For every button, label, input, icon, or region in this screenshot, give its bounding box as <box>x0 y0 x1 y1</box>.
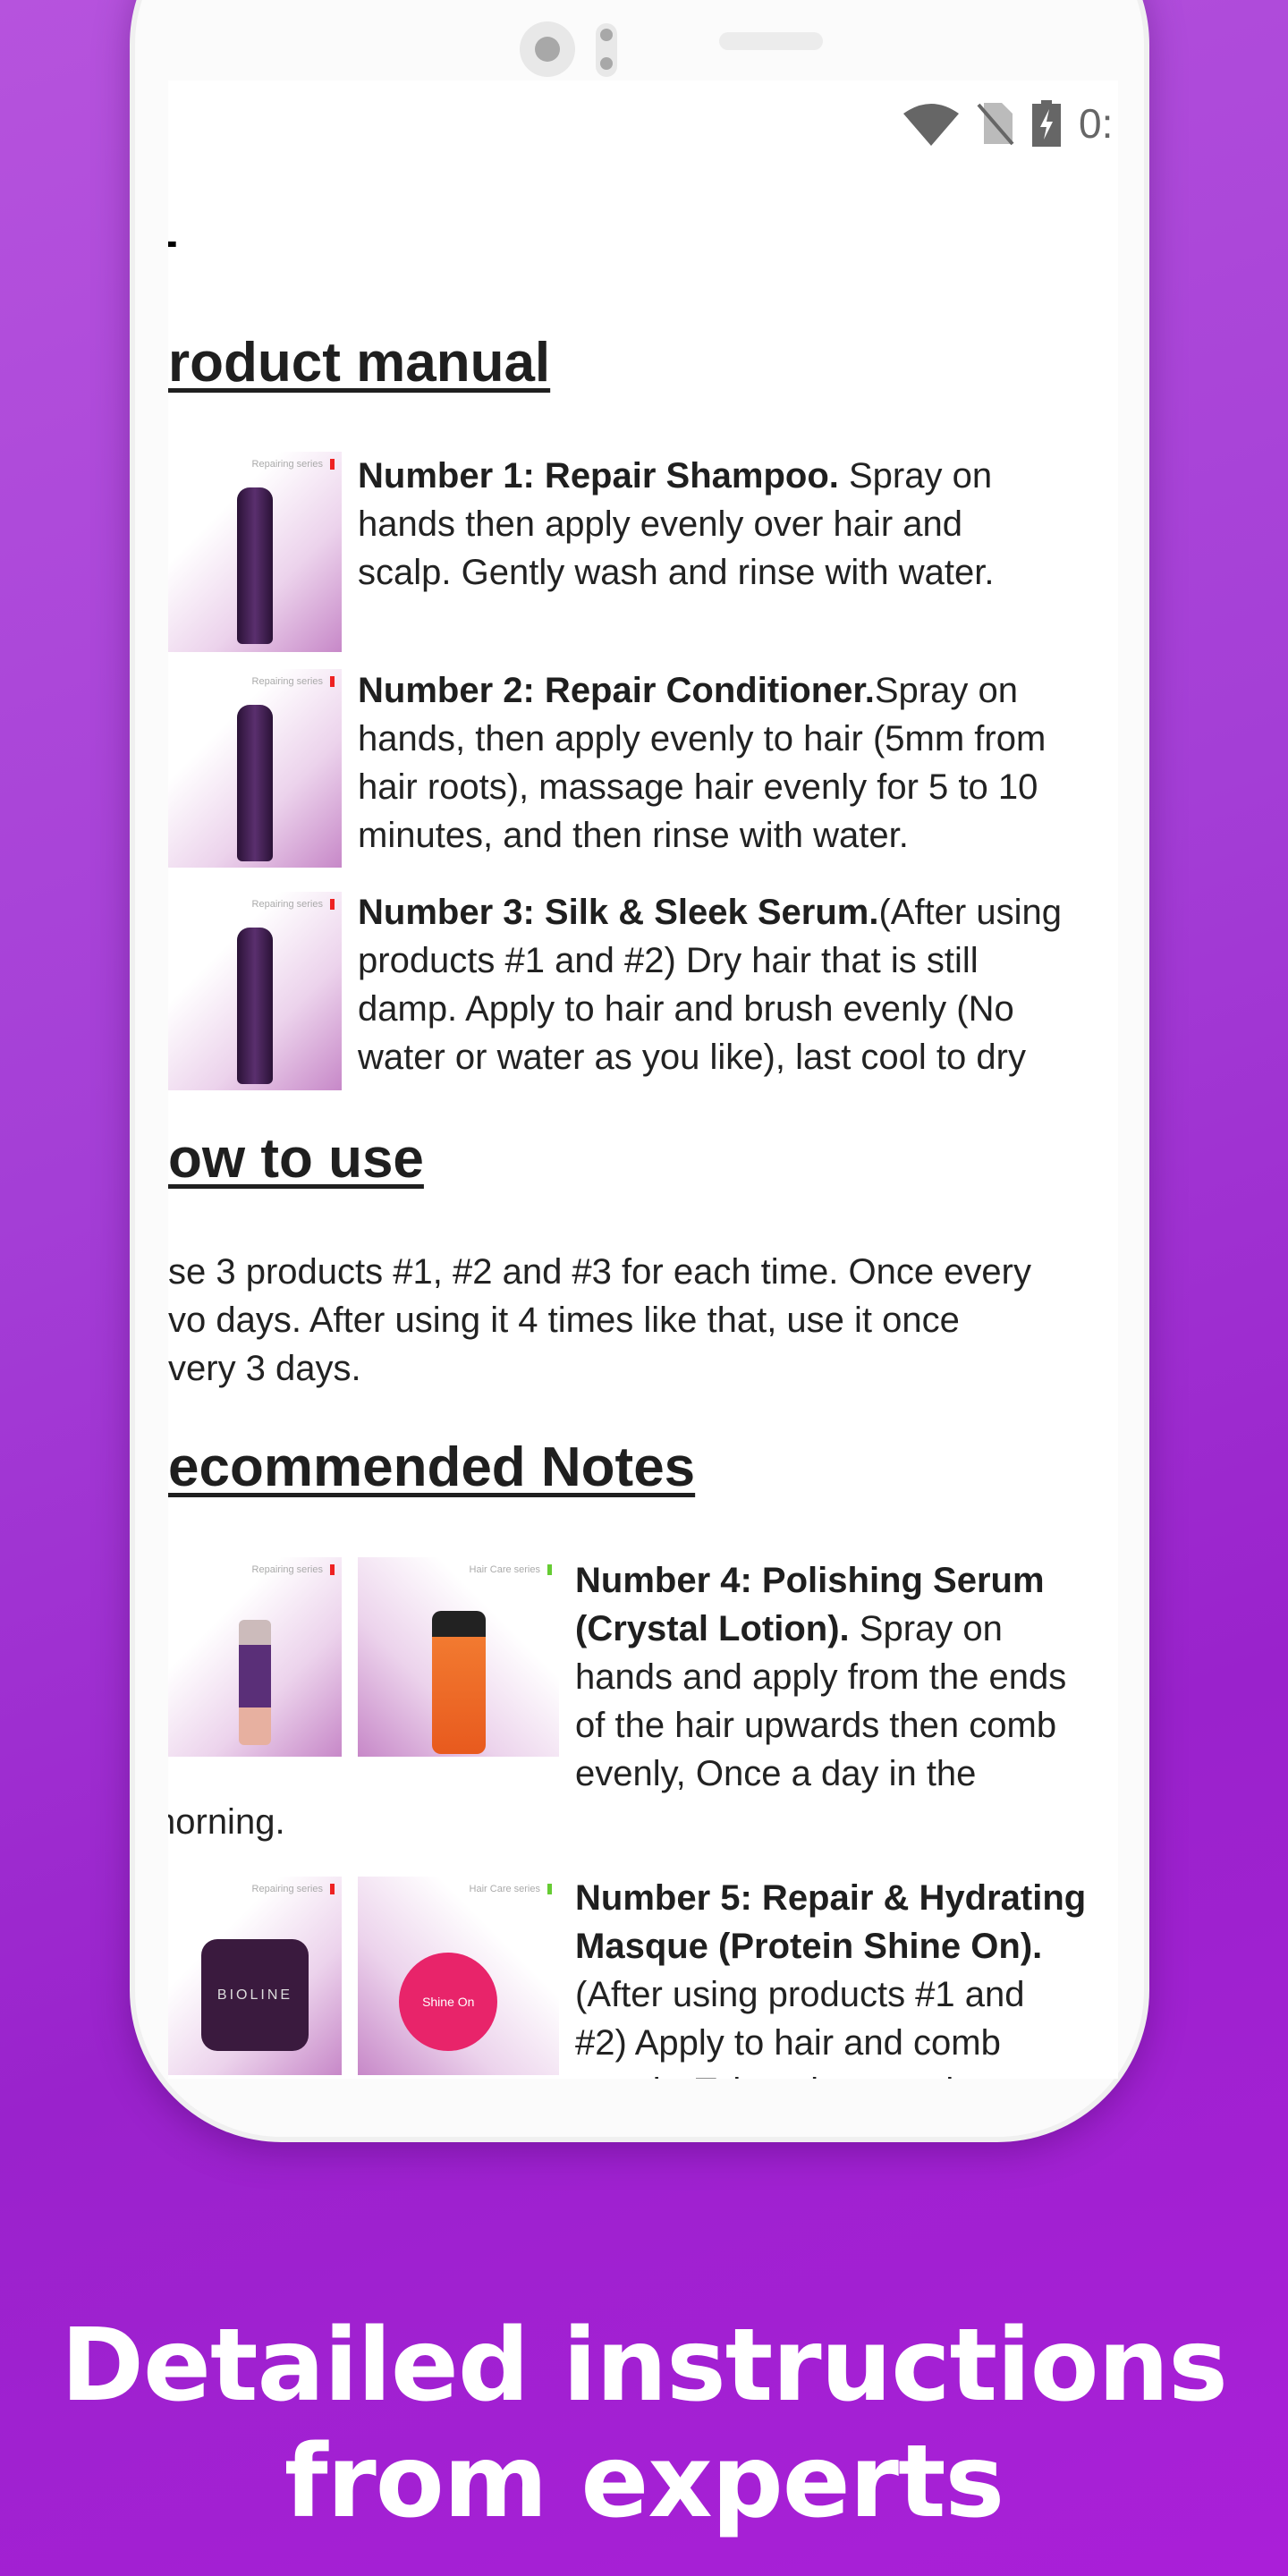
text-line: scalp. Gently wash and rinse with water. <box>358 553 995 592</box>
item-2-text: Number 2: Repair Conditioner.Spray on ha… <box>358 666 1046 860</box>
text-line: evenly. Take a hot towel to <box>575 2067 1086 2079</box>
pump-bottle-shape <box>431 1611 486 1754</box>
product-image: Hair Care series <box>358 1557 559 1757</box>
image-label: Repairing series <box>252 1564 335 1575</box>
image-label: Hair Care series <box>470 1884 552 1894</box>
text-line: hands then apply evenly over hair and <box>358 504 963 544</box>
caption-line-2: from experts <box>284 2424 1004 2540</box>
app-screen: 0: - roduct manual Repairing series Numb… <box>168 80 1118 2079</box>
text-line: hands, then apply evenly to hair (5mm fr… <box>358 719 1046 758</box>
note-title: (Crystal Lotion). <box>575 1609 850 1648</box>
serum-bottle-shape <box>239 1620 271 1745</box>
text-line: hands and apply from the ends <box>575 1657 1067 1697</box>
heading-how-to-use: ow to use <box>168 1128 424 1190</box>
text-line: #2) Apply to hair and comb <box>575 2023 1001 2063</box>
text-line: (After using <box>878 893 1062 932</box>
image-label: Repairing series <box>252 676 335 687</box>
product-image: Hair Care series Shine On <box>358 1877 559 2075</box>
text-line: vo days. After using it 4 times like tha… <box>168 1301 960 1340</box>
item-title: Number 3: Silk & Sleek Serum. <box>358 893 879 932</box>
bottle-shape <box>237 705 273 861</box>
product-image: Repairing series <box>168 892 342 1090</box>
wifi-icon <box>903 104 959 146</box>
text-line: (After using products #1 and <box>575 1975 1025 2014</box>
bottle-shape <box>237 487 273 644</box>
text-line: hair roots), massage hair evenly for 5 t… <box>358 767 1038 807</box>
note-title: Number 4: Polishing Serum <box>575 1561 1045 1600</box>
no-sim-icon <box>977 103 1014 146</box>
note-title: Number 5: Repair & Hydrating <box>575 1878 1087 1918</box>
product-image: Repairing series <box>168 452 342 652</box>
item-title: Number 1: Repair Shampoo. <box>358 456 839 496</box>
front-camera <box>520 21 575 77</box>
text-line: Spray on <box>838 456 993 496</box>
heading-product-manual: roduct manual <box>168 332 551 394</box>
sensor <box>596 23 617 77</box>
bottle-shape <box>237 928 273 1084</box>
image-label: Repairing series <box>252 899 335 910</box>
text-line: minutes, and then rinse with water. <box>358 816 909 855</box>
text-line: products #1 and #2) Dry hair that is sti… <box>358 941 979 980</box>
text-line: very 3 days. <box>168 1349 361 1388</box>
text-line: se 3 products #1, #2 and #3 for each tim… <box>168 1252 1031 1292</box>
heading-recommended-notes: ecommended Notes <box>168 1436 696 1498</box>
product-image: Repairing series BIOLINE <box>168 1877 342 2075</box>
clock: 0: <box>1079 100 1114 147</box>
product-name: Shine On <box>399 1953 498 2051</box>
product-brand: BIOLINE <box>201 1939 309 2051</box>
product-image: Repairing series <box>168 669 342 868</box>
text-line: Spray on <box>849 1609 1003 1648</box>
battery-charging-icon <box>1032 100 1061 147</box>
product-image: Repairing series <box>168 1557 342 1757</box>
text-line: norning. <box>168 1802 285 1842</box>
image-label: Hair Care series <box>470 1564 552 1575</box>
how-to-paragraph: se 3 products #1, #2 and #3 for each tim… <box>168 1248 1031 1393</box>
status-bar: 0: <box>903 97 1118 150</box>
text-line: damp. Apply to hair and brush evenly (No <box>358 989 1014 1029</box>
speaker-grille <box>719 32 823 50</box>
note-5-text: Number 5: Repair & Hydrating Masque (Pro… <box>575 1874 1086 2079</box>
item-1-text: Number 1: Repair Shampoo. Spray on hands… <box>358 452 994 597</box>
text-line: water or water as you like), last cool t… <box>358 1038 1026 1077</box>
caption-line-1: Detailed instructions <box>61 2308 1228 2424</box>
top-fragment: - <box>168 215 178 267</box>
note-4-text: Number 4: Polishing Serum (Crystal Lotio… <box>575 1556 1066 1798</box>
text-line: Spray on <box>874 671 1018 710</box>
image-label: Repairing series <box>252 459 335 470</box>
note-title: Masque (Protein Shine On). <box>575 1927 1043 1966</box>
text-line: of the hair upwards then comb <box>575 1706 1057 1745</box>
item-3-text: Number 3: Silk & Sleek Serum.(After usin… <box>358 888 1062 1081</box>
image-label: Repairing series <box>252 1884 335 1894</box>
item-title: Number 2: Repair Conditioner. <box>358 671 875 710</box>
text-line: evenly, Once a day in the <box>575 1754 977 1793</box>
